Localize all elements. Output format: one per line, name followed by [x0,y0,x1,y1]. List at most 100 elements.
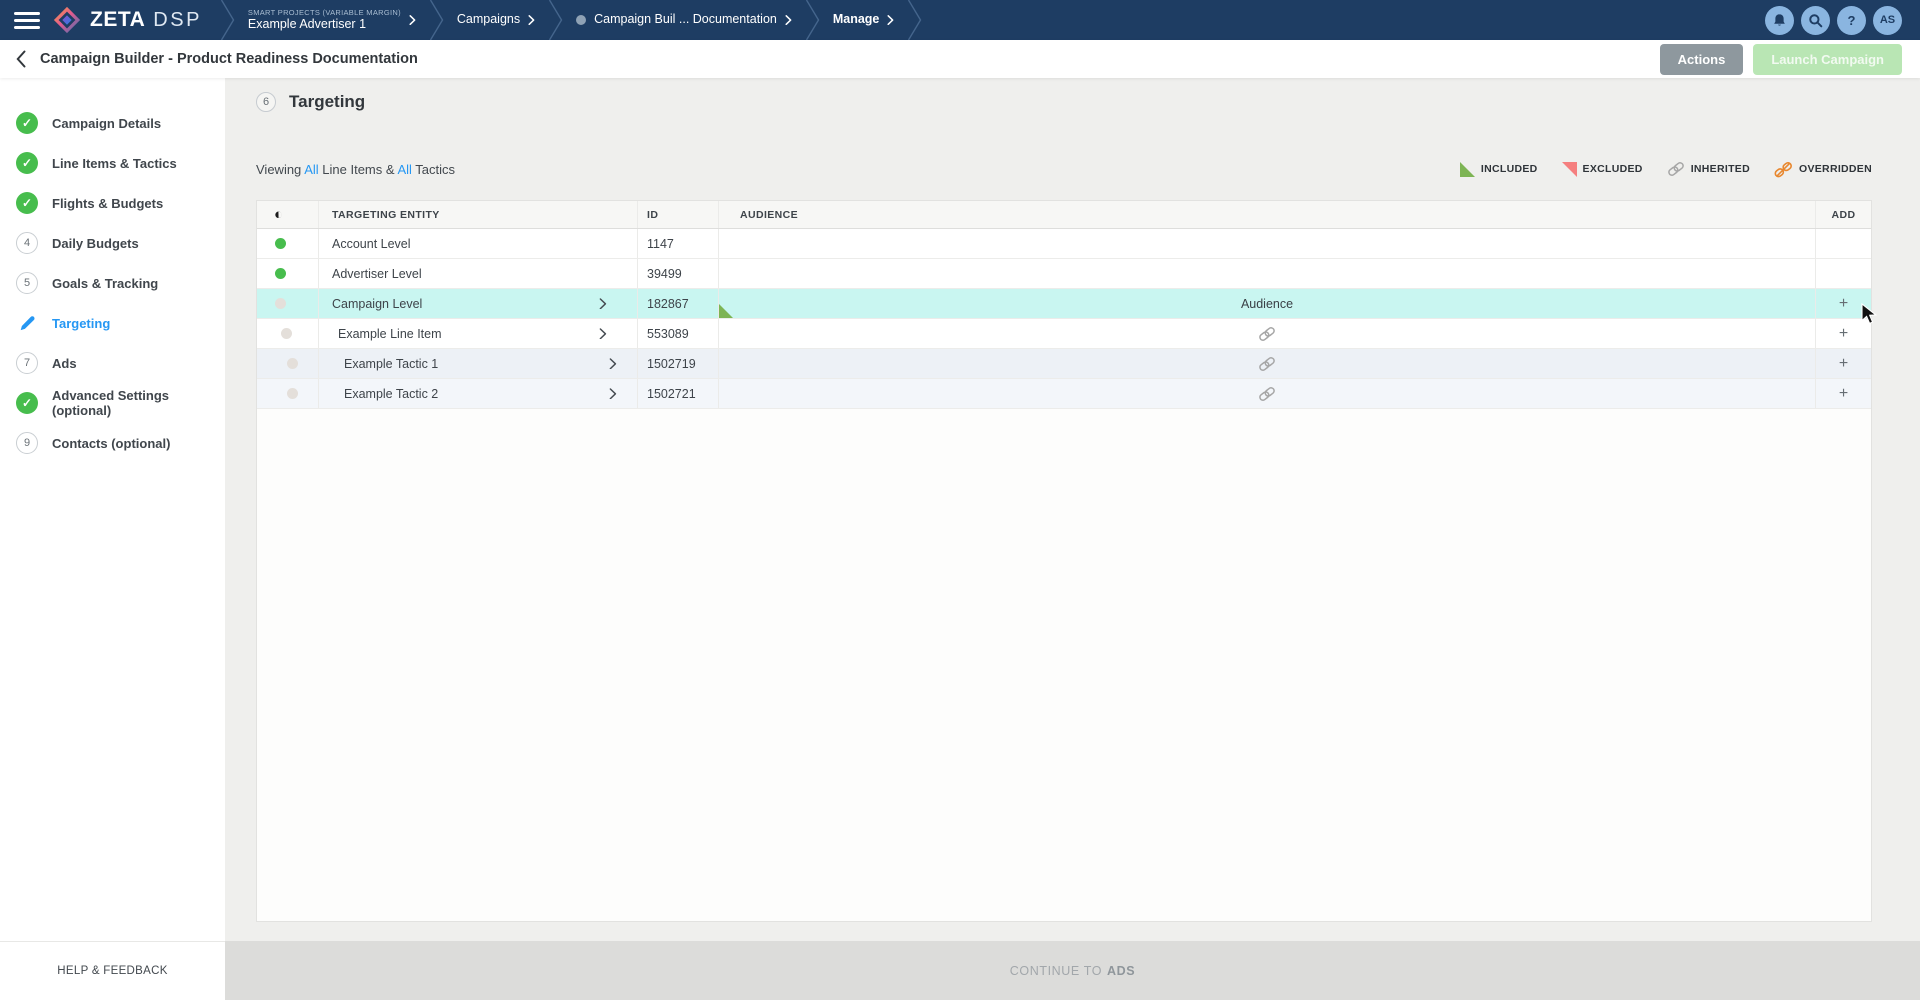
breadcrumb-separator-icon [907,0,922,40]
back-button[interactable] [0,50,40,68]
viewing-suffix: Tactics [415,162,455,177]
step-number-circle: 4 [16,232,38,254]
actions-button[interactable]: Actions [1660,44,1744,75]
add-targeting-button[interactable]: + [1831,382,1856,406]
sidebar-item-label: Contacts (optional) [52,436,170,451]
breadcrumb-separator-icon [805,0,820,40]
expand-chevron-icon[interactable] [599,328,607,340]
entity-cell: Account Level [319,229,638,258]
help-feedback-label: HELP & FEEDBACK [57,965,167,977]
notifications-button[interactable] [1765,6,1794,35]
sidebar-item-contacts-optional[interactable]: 9Contacts (optional) [0,423,225,463]
expand-chevron-icon[interactable] [609,358,617,370]
search-button[interactable] [1801,6,1830,35]
inherited-link-icon [1258,386,1276,402]
row-status-cell [257,319,319,348]
sidebar-item-goals-tracking[interactable]: 5Goals & Tracking [0,263,225,303]
inherited-link-icon [1258,356,1276,372]
check-circle-icon: ✓ [16,112,38,134]
status-dot-gray [275,298,286,309]
breadcrumb-separator-icon [220,0,235,40]
status-dot-green [275,268,286,279]
entity-label: Advertiser Level [319,267,422,281]
all-tactics-link[interactable]: All [397,162,411,177]
breadcrumb-item-manage[interactable]: Manage [820,0,908,40]
viewing-middle: Line Items & [322,162,394,177]
continue-to-ads-button[interactable]: CONTINUE TO ADS [225,941,1920,1000]
entity-label: Example Tactic 2 [319,387,438,401]
half-moon-icon[interactable]: ◐ [274,207,283,222]
menu-icon[interactable] [0,0,52,40]
sidebar-steps: ✓Campaign Details✓Line Items & Tactics✓F… [0,78,225,941]
add-cell: + [1816,289,1871,318]
breadcrumb-item-campaigns[interactable]: Campaigns [444,0,548,40]
zeta-logo[interactable]: ZETA DSP [52,0,220,40]
launch-campaign-button[interactable]: Launch Campaign [1753,44,1902,75]
question-mark-icon: ? [1848,13,1856,28]
status-dot-gray [287,358,298,369]
expand-chevron-icon[interactable] [599,298,607,310]
chevron-right-icon [528,15,535,25]
included-triangle-icon [719,304,733,318]
chevron-right-icon [785,15,792,25]
legend-label: EXCLUDED [1583,163,1643,175]
status-dot-icon [576,15,586,25]
avatar[interactable]: AS [1873,6,1902,35]
row-status-cell [257,379,319,408]
table-row-advertiser-level[interactable]: Advertiser Level39499 [257,259,1871,289]
check-circle-icon: ✓ [16,392,38,414]
app-root: ZETA DSP SMART PROJECTS (VARIABLE MARGIN… [0,0,1920,1000]
status-dot-green [275,238,286,249]
add-targeting-button[interactable]: + [1831,292,1856,316]
sidebar-item-label: Goals & Tracking [52,276,158,291]
add-cell [1816,259,1871,288]
add-targeting-button[interactable]: + [1831,322,1856,346]
zeta-diamond-icon [52,5,82,35]
sidebar-item-flights-budgets[interactable]: ✓Flights & Budgets [0,183,225,223]
add-targeting-button[interactable]: + [1831,352,1856,376]
id-cell: 1502719 [638,349,719,378]
all-line-items-link[interactable]: All [304,162,318,177]
audience-cell [719,349,1816,378]
breadcrumb-item-campaign-buil-documentation[interactable]: Campaign Buil ... Documentation [563,0,805,40]
sidebar-item-ads[interactable]: 7Ads [0,343,225,383]
table-row-example-tactic-2[interactable]: Example Tactic 21502721+ [257,379,1871,409]
help-feedback-button[interactable]: HELP & FEEDBACK [0,941,225,1000]
sidebar-item-targeting[interactable]: Targeting [0,303,225,343]
legend-label: OVERRIDDEN [1799,163,1872,175]
entity-cell: Example Tactic 1 [319,349,638,378]
sidebar-item-campaign-details[interactable]: ✓Campaign Details [0,103,225,143]
table-row-example-line-item[interactable]: Example Line Item553089+ [257,319,1871,349]
entity-cell: Example Tactic 2 [319,379,638,408]
header-actions: Actions Launch Campaign [1660,44,1920,75]
id-cell: 1147 [638,229,719,258]
status-dot-gray [287,388,298,399]
table-row-account-level[interactable]: Account Level1147 [257,229,1871,259]
expand-chevron-icon[interactable] [609,388,617,400]
table-header: ◐ TARGETING ENTITY ID AUDIENCE ADD [257,201,1871,229]
filter-legend-row: Viewing All Line Items & All Tactics INC… [256,156,1872,182]
footer-bar: HELP & FEEDBACK CONTINUE TO ADS [0,941,1920,1000]
breadcrumb-text: Campaigns [457,12,520,28]
table-body: Account Level1147Advertiser Level39499Ca… [257,229,1871,409]
breadcrumb: SMART PROJECTS (VARIABLE MARGIN)Example … [220,0,1765,40]
breadcrumb-label: Campaigns [457,12,520,28]
section-title: Targeting [289,92,365,112]
sidebar-item-daily-budgets[interactable]: 4 Daily Budgets [0,223,225,263]
breadcrumb-item-example-advertiser-1[interactable]: SMART PROJECTS (VARIABLE MARGIN)Example … [235,0,429,40]
table-row-campaign-level[interactable]: Campaign Level182867Audience+ [257,289,1871,319]
sidebar-item-advanced-settings-optional[interactable]: ✓Advanced Settings (optional) [0,383,225,423]
table-row-example-tactic-1[interactable]: Example Tactic 11502719 + [257,349,1871,379]
sidebar-item-label: Daily Budgets [52,236,139,251]
breadcrumb-separator-icon [548,0,563,40]
id-cell: 553089 [638,319,719,348]
section-header: 6 Targeting [256,92,365,112]
column-header-indicator: ◐ [257,201,319,228]
column-header-add: ADD [1816,201,1871,228]
sidebar-item-line-items-tactics[interactable]: ✓Line Items & Tactics [0,143,225,183]
breadcrumb-eyebrow: SMART PROJECTS (VARIABLE MARGIN) [248,8,401,17]
help-button[interactable]: ? [1837,6,1866,35]
audience-cell [719,229,1816,258]
search-icon [1808,13,1823,28]
column-header-audience: AUDIENCE [719,201,1816,228]
